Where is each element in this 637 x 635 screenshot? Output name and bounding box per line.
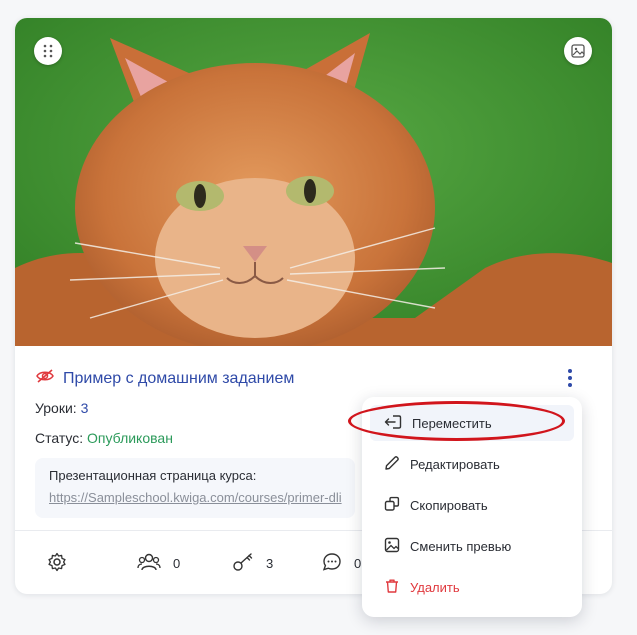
image-icon	[384, 537, 400, 556]
comments-count: 0	[354, 556, 362, 571]
menu-item-label: Скопировать	[410, 497, 488, 513]
move-icon	[384, 414, 402, 433]
access-keys-stat[interactable]: 3	[232, 552, 273, 575]
copy-icon	[384, 496, 400, 515]
drag-dots-icon[interactable]	[34, 37, 62, 65]
image-icon[interactable]	[564, 37, 592, 65]
key-icon	[232, 552, 254, 575]
menu-item-label: Переместить	[412, 415, 492, 431]
course-actions-menu: Переместить Редактировать Скопировать См…	[362, 397, 582, 617]
eye-off-icon	[35, 368, 55, 389]
menu-item-label: Редактировать	[410, 456, 500, 472]
status-info: Статус: Опубликован	[35, 430, 173, 446]
lessons-info: Уроки: 3	[35, 400, 88, 416]
users-icon	[137, 552, 161, 575]
students-stat[interactable]: 0	[137, 552, 180, 575]
more-vertical-icon[interactable]	[560, 365, 580, 391]
course-title-row: Пример с домашним заданием	[35, 368, 294, 389]
trash-icon	[384, 578, 400, 597]
lessons-label: Уроки:	[35, 400, 77, 416]
settings-stat[interactable]	[47, 552, 67, 575]
status-badge: Опубликован	[87, 430, 173, 446]
pencil-icon	[384, 455, 400, 474]
course-title[interactable]: Пример с домашним заданием	[63, 370, 294, 388]
menu-item-label: Сменить превью	[410, 538, 512, 554]
students-count: 0	[173, 556, 181, 571]
menu-item-label: Удалить	[410, 579, 460, 595]
course-cover-image	[15, 18, 612, 346]
menu-item-change-preview[interactable]: Сменить превью	[370, 528, 574, 564]
presentation-label: Презентационная страница курса:	[49, 468, 257, 483]
status-label: Статус:	[35, 430, 84, 446]
keys-count: 3	[266, 556, 274, 571]
gear-icon[interactable]	[47, 552, 67, 575]
presentation-link[interactable]: https://Sampleschool.kwiga.com/courses/p…	[49, 490, 342, 505]
menu-item-delete[interactable]: Удалить	[370, 569, 574, 605]
menu-item-move[interactable]: Переместить	[370, 405, 574, 441]
lessons-count[interactable]: 3	[81, 400, 89, 416]
menu-item-copy[interactable]: Скопировать	[370, 487, 574, 523]
presentation-page-box: Презентационная страница курса: https://…	[35, 458, 355, 518]
comment-icon	[322, 552, 342, 575]
menu-item-edit[interactable]: Редактировать	[370, 446, 574, 482]
comments-stat[interactable]: 0	[322, 552, 361, 575]
